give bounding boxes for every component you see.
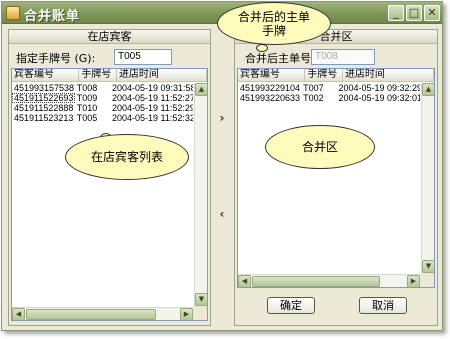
move-left-icon[interactable]: ‹	[215, 207, 229, 221]
cancel-button[interactable]: 取消	[359, 297, 407, 314]
cell-guest-id: 451993157538	[14, 83, 75, 93]
cell-card-number: T008	[76, 83, 98, 93]
guest-list-callout: 在店宾客列表	[65, 134, 189, 180]
scroll-right-icon[interactable]: ▶	[407, 275, 420, 287]
cell-card-number: T007	[303, 83, 324, 93]
merge-list-header-row: 宾客编号 手牌号 进店时间	[238, 69, 434, 82]
scroll-left-icon[interactable]: ◀	[12, 308, 25, 320]
scroll-up-icon[interactable]: ▲	[422, 83, 434, 96]
minimize-button[interactable]: _	[388, 5, 404, 21]
guest-list-header-row: 宾客编号 手牌号 进店时间	[12, 69, 207, 82]
minimize-icon: _	[393, 6, 399, 19]
main-card-label: 合并后主单号:	[245, 52, 315, 65]
maximize-button[interactable]: □	[406, 5, 422, 21]
cell-checkin-time: 2004-05-19 09:32:29	[338, 83, 420, 93]
table-row[interactable]: 451911522888 T010 2004-05-19 11:52:29	[12, 103, 193, 113]
table-row[interactable]: 451993157538 T008 2004-05-19 09:31:58	[12, 83, 193, 93]
merge-list-vertical-scrollbar[interactable]: ▲ ▼	[421, 83, 434, 273]
cell-checkin-time: 2004-05-19 11:52:29	[111, 103, 193, 113]
cell-guest-id: 451993229104	[240, 83, 301, 93]
column-header-checkin-time[interactable]: 进店时间	[116, 69, 207, 82]
cell-checkin-time: 2004-05-19 09:31:58	[111, 83, 193, 93]
scroll-corner	[193, 306, 207, 320]
cell-guest-id: 451911522693	[12, 93, 75, 103]
move-right-icon[interactable]: ›	[215, 111, 229, 125]
cell-card-number: T002	[303, 93, 324, 103]
main-card-input[interactable]: T008	[311, 49, 375, 65]
merge-area-callout: 合并区	[265, 125, 375, 169]
column-header-checkin-time[interactable]: 进店时间	[342, 69, 434, 82]
merge-bill-window: 合并账单 _ □ ✕ 在店宾客 指定手牌号 (G): T005 宾客编号 手牌号…	[1, 1, 443, 331]
scroll-down-icon[interactable]: ▼	[422, 260, 434, 273]
column-header-card-number[interactable]: 手牌号	[305, 69, 343, 82]
maximize-icon: □	[408, 6, 420, 19]
app-icon	[6, 6, 20, 20]
table-row[interactable]: 451993229104 T007 2004-05-19 09:32:29	[238, 83, 420, 93]
merge-list-horizontal-scrollbar[interactable]: ◀ ▶	[238, 274, 420, 287]
merge-area-panel: 合并区 合并后主单号: T008 宾客编号 手牌号 进店时间 451993229…	[234, 29, 438, 326]
cell-checkin-time: 2004-05-19 09:32:01	[338, 93, 420, 103]
cell-guest-id: 451993220633	[240, 93, 301, 103]
column-header-card-number[interactable]: 手牌号	[79, 69, 117, 82]
cell-guest-id: 451911523213	[14, 113, 74, 123]
card-number-input[interactable]: T005	[114, 49, 172, 65]
scroll-down-icon[interactable]: ▼	[195, 293, 207, 306]
main-card-callout: 合并后的主单 手牌	[217, 2, 331, 45]
scroll-thumb[interactable]	[252, 276, 380, 287]
scroll-corner	[420, 273, 434, 287]
table-row[interactable]: 451911523213 T005 2004-05-19 11:52:32	[12, 113, 193, 123]
ok-button[interactable]: 确定	[267, 297, 315, 314]
column-header-guest-id[interactable]: 宾客编号	[238, 69, 306, 82]
merge-list-body: 451993229104 T007 2004-05-19 09:32:29 45…	[238, 83, 420, 273]
window-title: 合并账单	[24, 9, 81, 24]
cell-card-number: T005	[76, 113, 98, 123]
card-number-label: 指定手牌号 (G):	[16, 52, 96, 65]
cell-checkin-time: 2004-05-19 11:52:27	[111, 93, 193, 103]
column-header-guest-id[interactable]: 宾客编号	[12, 69, 80, 82]
cell-checkin-time: 2004-05-19 11:52:32	[111, 113, 193, 123]
guest-list-body: 451993157538 T008 2004-05-19 09:31:58 45…	[12, 83, 193, 306]
guest-list-table[interactable]: 宾客编号 手牌号 进店时间 451993157538 T008 2004-05-…	[11, 68, 208, 321]
merge-list-table[interactable]: 宾客编号 手牌号 进店时间 451993229104 T007 2004-05-…	[237, 68, 435, 288]
cell-card-number: T010	[76, 103, 98, 113]
cell-guest-id: 451911522888	[14, 103, 74, 113]
cell-card-number: T009	[76, 93, 98, 103]
scroll-thumb[interactable]	[26, 309, 156, 320]
scroll-up-icon[interactable]: ▲	[195, 83, 207, 96]
callout-tail	[256, 44, 268, 52]
table-row[interactable]: 451993220633 T002 2004-05-19 09:32:01	[238, 93, 420, 103]
guest-list-horizontal-scrollbar[interactable]: ◀ ▶	[12, 307, 193, 320]
scroll-right-icon[interactable]: ▶	[180, 308, 193, 320]
close-icon: ✕	[427, 6, 437, 19]
close-button[interactable]: ✕	[424, 5, 440, 21]
guest-list-vertical-scrollbar[interactable]: ▲ ▼	[194, 83, 207, 306]
table-row[interactable]: 451911522693 T009 2004-05-19 11:52:27	[12, 93, 193, 103]
scroll-left-icon[interactable]: ◀	[238, 275, 251, 287]
in-store-guests-header: 在店宾客	[9, 30, 210, 44]
